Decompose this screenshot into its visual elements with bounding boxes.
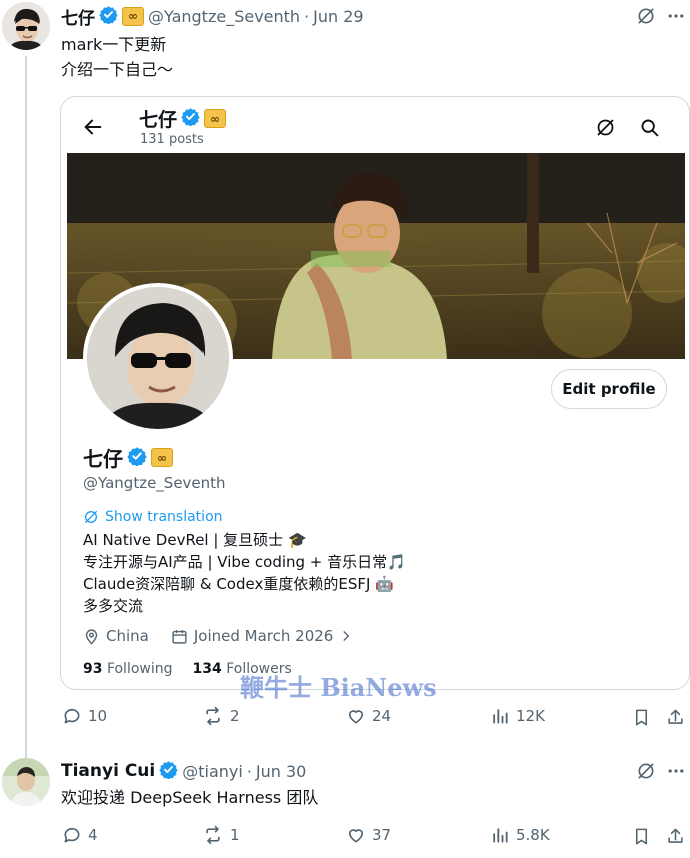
verified-badge-icon xyxy=(127,446,147,470)
reply-tweet-text: 欢迎投递 DeepSeek Harness 团队 xyxy=(61,788,319,807)
more-options-icon[interactable] xyxy=(664,759,688,783)
grok-icon[interactable] xyxy=(591,113,619,141)
reply-button[interactable]: 4 xyxy=(62,825,98,845)
following-link[interactable]: 93 Following xyxy=(83,661,173,677)
reply-author-avatar[interactable] xyxy=(2,758,50,806)
reply-author-name[interactable]: Tianyi Cui xyxy=(61,761,155,781)
profile-meta-row: China Joined March 2026 xyxy=(83,627,353,645)
following-label: Following xyxy=(106,661,173,677)
followers-count: 134 xyxy=(192,661,222,677)
grok-icon[interactable] xyxy=(634,759,658,783)
translate-icon xyxy=(83,509,99,525)
retweet-icon xyxy=(206,825,220,845)
share-icon[interactable] xyxy=(664,825,686,847)
affiliate-badge-icon: ∞ xyxy=(151,448,173,467)
heart-icon xyxy=(348,829,364,843)
retweet-count: 1 xyxy=(230,826,240,844)
author-avatar[interactable] xyxy=(2,2,50,50)
reply-icon xyxy=(64,708,80,724)
reply-count: 10 xyxy=(88,707,108,725)
retweet-icon xyxy=(206,706,220,726)
affiliate-badge-icon: ∞ xyxy=(204,109,227,128)
author-name[interactable]: 七仔 xyxy=(61,4,95,29)
profile-header-title: 七仔 ∞ xyxy=(139,105,227,132)
tweet-text-line1: mark一下更新 xyxy=(61,35,167,54)
profile-screenshot-card[interactable]: 七仔 ∞ 131 posts Edit profile 七仔 ∞ @Yangtz… xyxy=(60,96,690,690)
bio-line1: AI Native DevRel | 复旦硕士 🎓 xyxy=(83,531,307,549)
joined-date: Joined March 2026 xyxy=(193,627,334,645)
like-count: 37 xyxy=(372,826,392,844)
bookmark-icon[interactable] xyxy=(630,706,652,728)
calendar-icon xyxy=(171,628,188,645)
tweet-header: 七仔 ∞ @Yangtze_Seventh · Jun 29 xyxy=(61,4,364,29)
views-button[interactable]: 5.8K xyxy=(490,825,550,845)
chevron-right-icon[interactable] xyxy=(339,629,353,643)
views-button[interactable]: 12K xyxy=(490,706,545,726)
like-button[interactable]: 24 xyxy=(346,706,391,726)
profile-bio: AI Native DevRel | 复旦硕士 🎓 专注开源与AI产品 | Vi… xyxy=(83,529,406,617)
share-icon[interactable] xyxy=(664,706,686,728)
like-count: 24 xyxy=(372,707,392,725)
views-count: 12K xyxy=(516,707,545,725)
views-chart-icon xyxy=(493,709,508,724)
bio-line2: 专注开源与AI产品 | Vibe coding + 音乐日常🎵 xyxy=(83,553,406,571)
back-arrow-icon[interactable] xyxy=(79,113,107,141)
reply-tweet-header: Tianyi Cui @tianyi · Jun 30 xyxy=(61,759,306,783)
profile-header-name: 七仔 xyxy=(139,109,178,131)
views-chart-icon xyxy=(493,828,508,843)
author-handle[interactable]: @Yangtze_Seventh xyxy=(148,7,300,26)
edit-profile-button[interactable]: Edit profile xyxy=(551,369,667,409)
bookmark-icon[interactable] xyxy=(630,825,652,847)
verified-badge-icon xyxy=(159,760,178,783)
separator: · xyxy=(246,761,252,781)
profile-name: 七仔 xyxy=(83,447,123,471)
show-translation-link[interactable]: Show translation xyxy=(83,509,223,525)
grok-icon[interactable] xyxy=(634,4,658,28)
retweet-count: 2 xyxy=(230,707,240,725)
verified-badge-icon xyxy=(181,107,200,130)
more-options-icon[interactable] xyxy=(664,4,688,28)
reply-button[interactable]: 10 xyxy=(62,706,107,726)
search-icon[interactable] xyxy=(635,113,663,141)
thread-line xyxy=(25,56,27,758)
reply-count: 4 xyxy=(88,826,98,844)
verified-badge-icon xyxy=(99,5,118,28)
profile-name-row: 七仔 ∞ xyxy=(83,443,173,472)
profile-avatar[interactable] xyxy=(83,283,233,433)
reply-icon xyxy=(64,827,80,843)
affiliate-badge-icon: ∞ xyxy=(122,6,144,26)
location-text: China xyxy=(106,627,149,645)
tweet-date[interactable]: Jun 29 xyxy=(313,7,363,26)
reply-tweet-date[interactable]: Jun 30 xyxy=(256,762,306,781)
reply-author-handle[interactable]: @tianyi xyxy=(182,762,243,781)
views-count: 5.8K xyxy=(516,826,550,844)
like-button[interactable]: 37 xyxy=(346,825,391,845)
retweet-button[interactable]: 2 xyxy=(202,706,240,726)
profile-handle: @Yangtze_Seventh xyxy=(83,474,226,492)
tweet-text-line2: 介绍一下自己～ xyxy=(61,60,174,79)
following-count: 93 xyxy=(83,661,103,677)
heart-icon xyxy=(348,710,364,724)
show-translation-label: Show translation xyxy=(105,509,223,525)
post-count: 131 posts xyxy=(140,132,204,147)
bio-line3: Claude资深陪聊 & Codex重度依赖的ESFJ 🤖 xyxy=(83,575,394,593)
bio-line4: 多多交流 xyxy=(83,597,144,615)
watermark: 鞭牛士 BiaNews xyxy=(240,673,437,702)
retweet-button[interactable]: 1 xyxy=(202,825,240,845)
separator: · xyxy=(304,6,310,26)
location-pin-icon xyxy=(83,628,100,645)
